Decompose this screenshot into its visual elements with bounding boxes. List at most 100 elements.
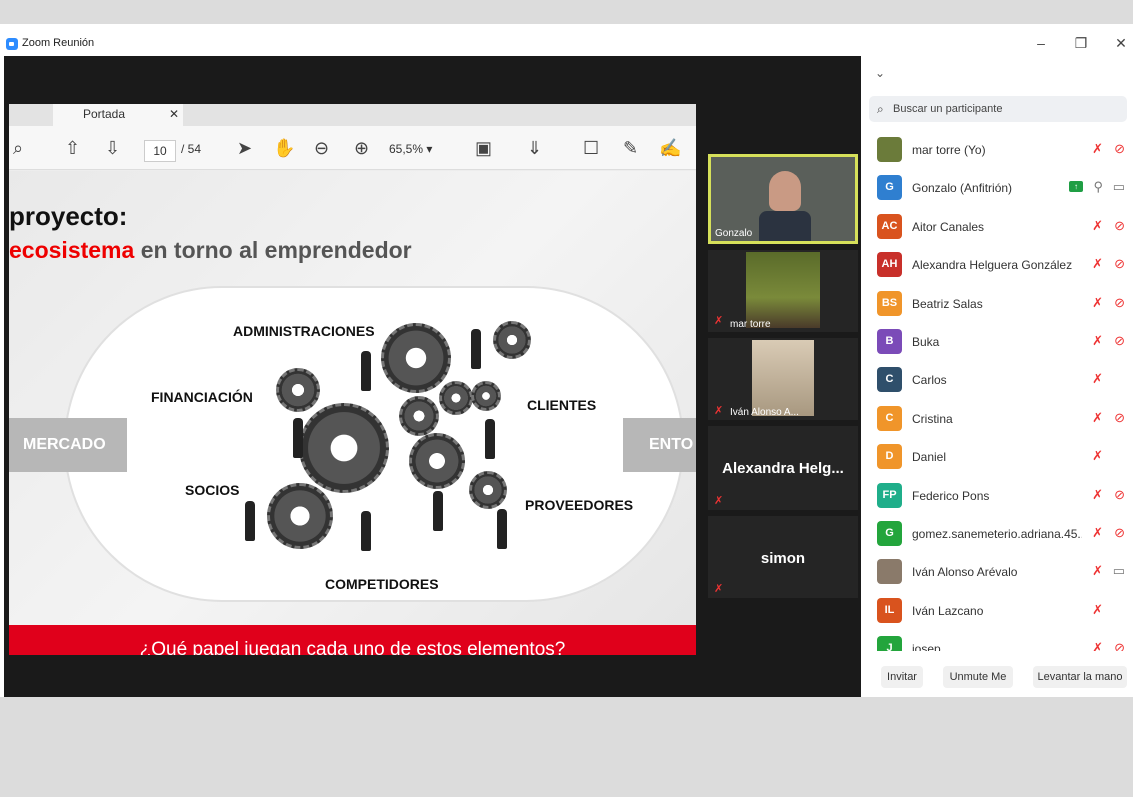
mic-off-icon[interactable]: ✗ (1092, 141, 1103, 157)
fit-page-icon[interactable]: ▣ (475, 138, 492, 158)
participant-row[interactable]: Iván Alonso Arévalo ✗ ▭ (861, 553, 1133, 591)
participant-row[interactable]: BS Beatriz Salas ✗ ⊘ (861, 285, 1133, 323)
mic-icon[interactable]: ⚲ (1093, 179, 1103, 195)
mic-off-icon[interactable]: ✗ (1092, 487, 1103, 503)
mic-off-icon[interactable]: ✗ (1092, 410, 1103, 426)
highlight-icon[interactable]: ✎ (623, 138, 638, 158)
restore-icon[interactable]: ❐ (1066, 32, 1096, 54)
unmute-button[interactable]: Unmute Me (943, 666, 1013, 688)
participant-row[interactable]: C Carlos ✗ (861, 361, 1133, 399)
entorno-box: ENTO (623, 418, 696, 472)
avatar (877, 137, 902, 162)
avatar: J (877, 636, 902, 651)
video-thumbnail-ivan[interactable]: ✗ Iván Alonso A... (708, 338, 858, 420)
person-figure (433, 491, 443, 531)
mic-off-icon[interactable]: ✗ (1092, 448, 1103, 464)
participant-name: Iván Lazcano (912, 603, 984, 618)
camera-off-icon[interactable]: ⊘ (1114, 410, 1125, 426)
select-tool-icon[interactable]: ➤ (237, 138, 252, 158)
subtitle-rest: en torno al emprendedor (134, 237, 412, 263)
participant-row[interactable]: AC Aitor Canales ✗ ⊘ (861, 208, 1133, 246)
participant-row[interactable]: Jjosep ✗ ⊘ (861, 630, 1133, 651)
minimize-icon[interactable]: – (1026, 32, 1056, 54)
participant-row[interactable]: mar torre (Yo) ✗ ⊘ (861, 131, 1133, 169)
mic-off-icon: ✗ (714, 495, 724, 507)
zoom-level-select[interactable]: 65,5% ▾ (389, 142, 432, 156)
tab-close-icon[interactable]: ✕ (169, 104, 179, 124)
search-input[interactable]: ⌕ Buscar un participante (869, 96, 1127, 122)
gear-icon (276, 368, 320, 412)
zoom-in-icon[interactable]: ⊕ (354, 138, 369, 158)
mic-off-icon[interactable]: ✗ (1092, 333, 1103, 349)
participant-name: gomez.sanemeterio.adriana.45... (912, 527, 1082, 541)
thumbnail-name: Gonzalo (715, 228, 753, 239)
gear-icon (381, 323, 451, 393)
participant-row[interactable]: C Cristina ✗ ⊘ (861, 400, 1133, 438)
avatar: BS (877, 290, 902, 316)
camera-off-icon[interactable]: ⊘ (1114, 256, 1125, 272)
participant-row[interactable]: G Gonzalo (Anfitrión) ↑ ⚲ ▭ (861, 169, 1133, 207)
close-icon[interactable]: ✕ (1106, 32, 1133, 54)
zoom-search-icon[interactable]: ⌕ (13, 138, 23, 158)
participant-name: josep (912, 642, 941, 651)
slide-subtitle: ecosistema en torno al emprendedor (9, 237, 412, 264)
participant-row[interactable]: IL Iván Lazcano ✗ (861, 592, 1133, 630)
camera-off-icon[interactable]: ⊘ (1114, 640, 1125, 651)
video-thumbnail-gonzalo[interactable]: Gonzalo (708, 154, 858, 244)
camera-off-icon[interactable]: ⊘ (1114, 218, 1125, 234)
page-up-icon[interactable]: ⇧ (65, 138, 80, 158)
mic-off-icon[interactable]: ✗ (1092, 640, 1103, 651)
mic-off-icon[interactable]: ✗ (1092, 563, 1103, 579)
avatar: D (877, 444, 902, 470)
avatar: IL (877, 597, 902, 623)
mic-off-icon: ✗ (714, 315, 724, 327)
avatar: C (877, 405, 902, 431)
participant-row[interactable]: FP Federico Pons ✗ ⊘ (861, 477, 1133, 515)
search-placeholder: Buscar un participante (893, 103, 1003, 115)
mic-off-icon: ✗ (714, 583, 724, 595)
hand-tool-icon[interactable]: ✋ (273, 138, 295, 158)
zoom-out-icon[interactable]: ⊖ (314, 138, 329, 158)
chevron-down-icon[interactable]: ⌄ (875, 66, 885, 80)
avatar (769, 171, 801, 211)
camera-off-icon[interactable]: ⊘ (1114, 141, 1125, 157)
mic-off-icon[interactable]: ✗ (1092, 602, 1103, 618)
mic-off-icon[interactable]: ✗ (1092, 256, 1103, 272)
page-down-icon[interactable]: ⇩ (105, 138, 120, 158)
participant-list: mar torre (Yo) ✗ ⊘ G Gonzalo (Anfitrión) ↑ ⚲ ▭ A… (861, 131, 1133, 651)
video-thumbnail-simon[interactable]: simon ✗ (708, 516, 858, 598)
document-tab[interactable]: Portada ✕ (53, 104, 183, 126)
camera-off-icon[interactable]: ⊘ (1114, 487, 1125, 503)
scroll-mode-icon[interactable]: ⇓ (527, 138, 542, 158)
mic-off-icon: ✗ (714, 405, 724, 417)
camera-off-icon[interactable]: ⊘ (1114, 333, 1125, 349)
comment-icon[interactable]: ☐ (583, 138, 599, 158)
mic-off-icon[interactable]: ✗ (1092, 295, 1103, 311)
label-socios: SOCIOS (185, 482, 240, 498)
camera-off-icon[interactable]: ⊘ (1114, 295, 1125, 311)
label-clientes: CLIENTES (527, 397, 597, 413)
raise-hand-button[interactable]: Levantar la mano (1033, 666, 1127, 688)
mic-off-icon[interactable]: ✗ (1092, 218, 1103, 234)
participants-panel: ⌄ ⌕ Buscar un participante mar torre (Yo… (861, 56, 1133, 697)
camera-icon[interactable]: ▭ (1113, 179, 1125, 195)
gear-icon (267, 483, 333, 549)
video-thumbnail-mar-torre[interactable]: ✗ mar torre (708, 250, 858, 332)
thumbnail-name: simon (760, 550, 806, 567)
sign-icon[interactable]: ✍ (659, 138, 681, 158)
participant-row[interactable]: Ggomez.sanemeterio.adriana.45... ✗ ⊘ (861, 515, 1133, 553)
gear-icon (299, 403, 389, 493)
video-thumbnail-alexandra[interactable]: Alexandra Helg... ✗ (708, 426, 858, 510)
mic-off-icon[interactable]: ✗ (1092, 525, 1103, 541)
participant-row[interactable]: AH Alexandra Helguera González ✗ ⊘ (861, 246, 1133, 284)
person-figure (361, 511, 371, 551)
camera-off-icon[interactable]: ⊘ (1114, 525, 1125, 541)
viewer-tab-bar: Portada ✕ (9, 104, 696, 126)
page-number-input[interactable]: 10 (144, 140, 176, 162)
mic-off-icon[interactable]: ✗ (1092, 371, 1103, 387)
invite-button[interactable]: Invitar (881, 666, 923, 688)
avatar: FP (877, 482, 902, 508)
camera-icon[interactable]: ▭ (1113, 563, 1125, 579)
participant-row[interactable]: B Buka ✗ ⊘ (861, 323, 1133, 361)
participant-row[interactable]: D Daniel ✗ (861, 438, 1133, 476)
